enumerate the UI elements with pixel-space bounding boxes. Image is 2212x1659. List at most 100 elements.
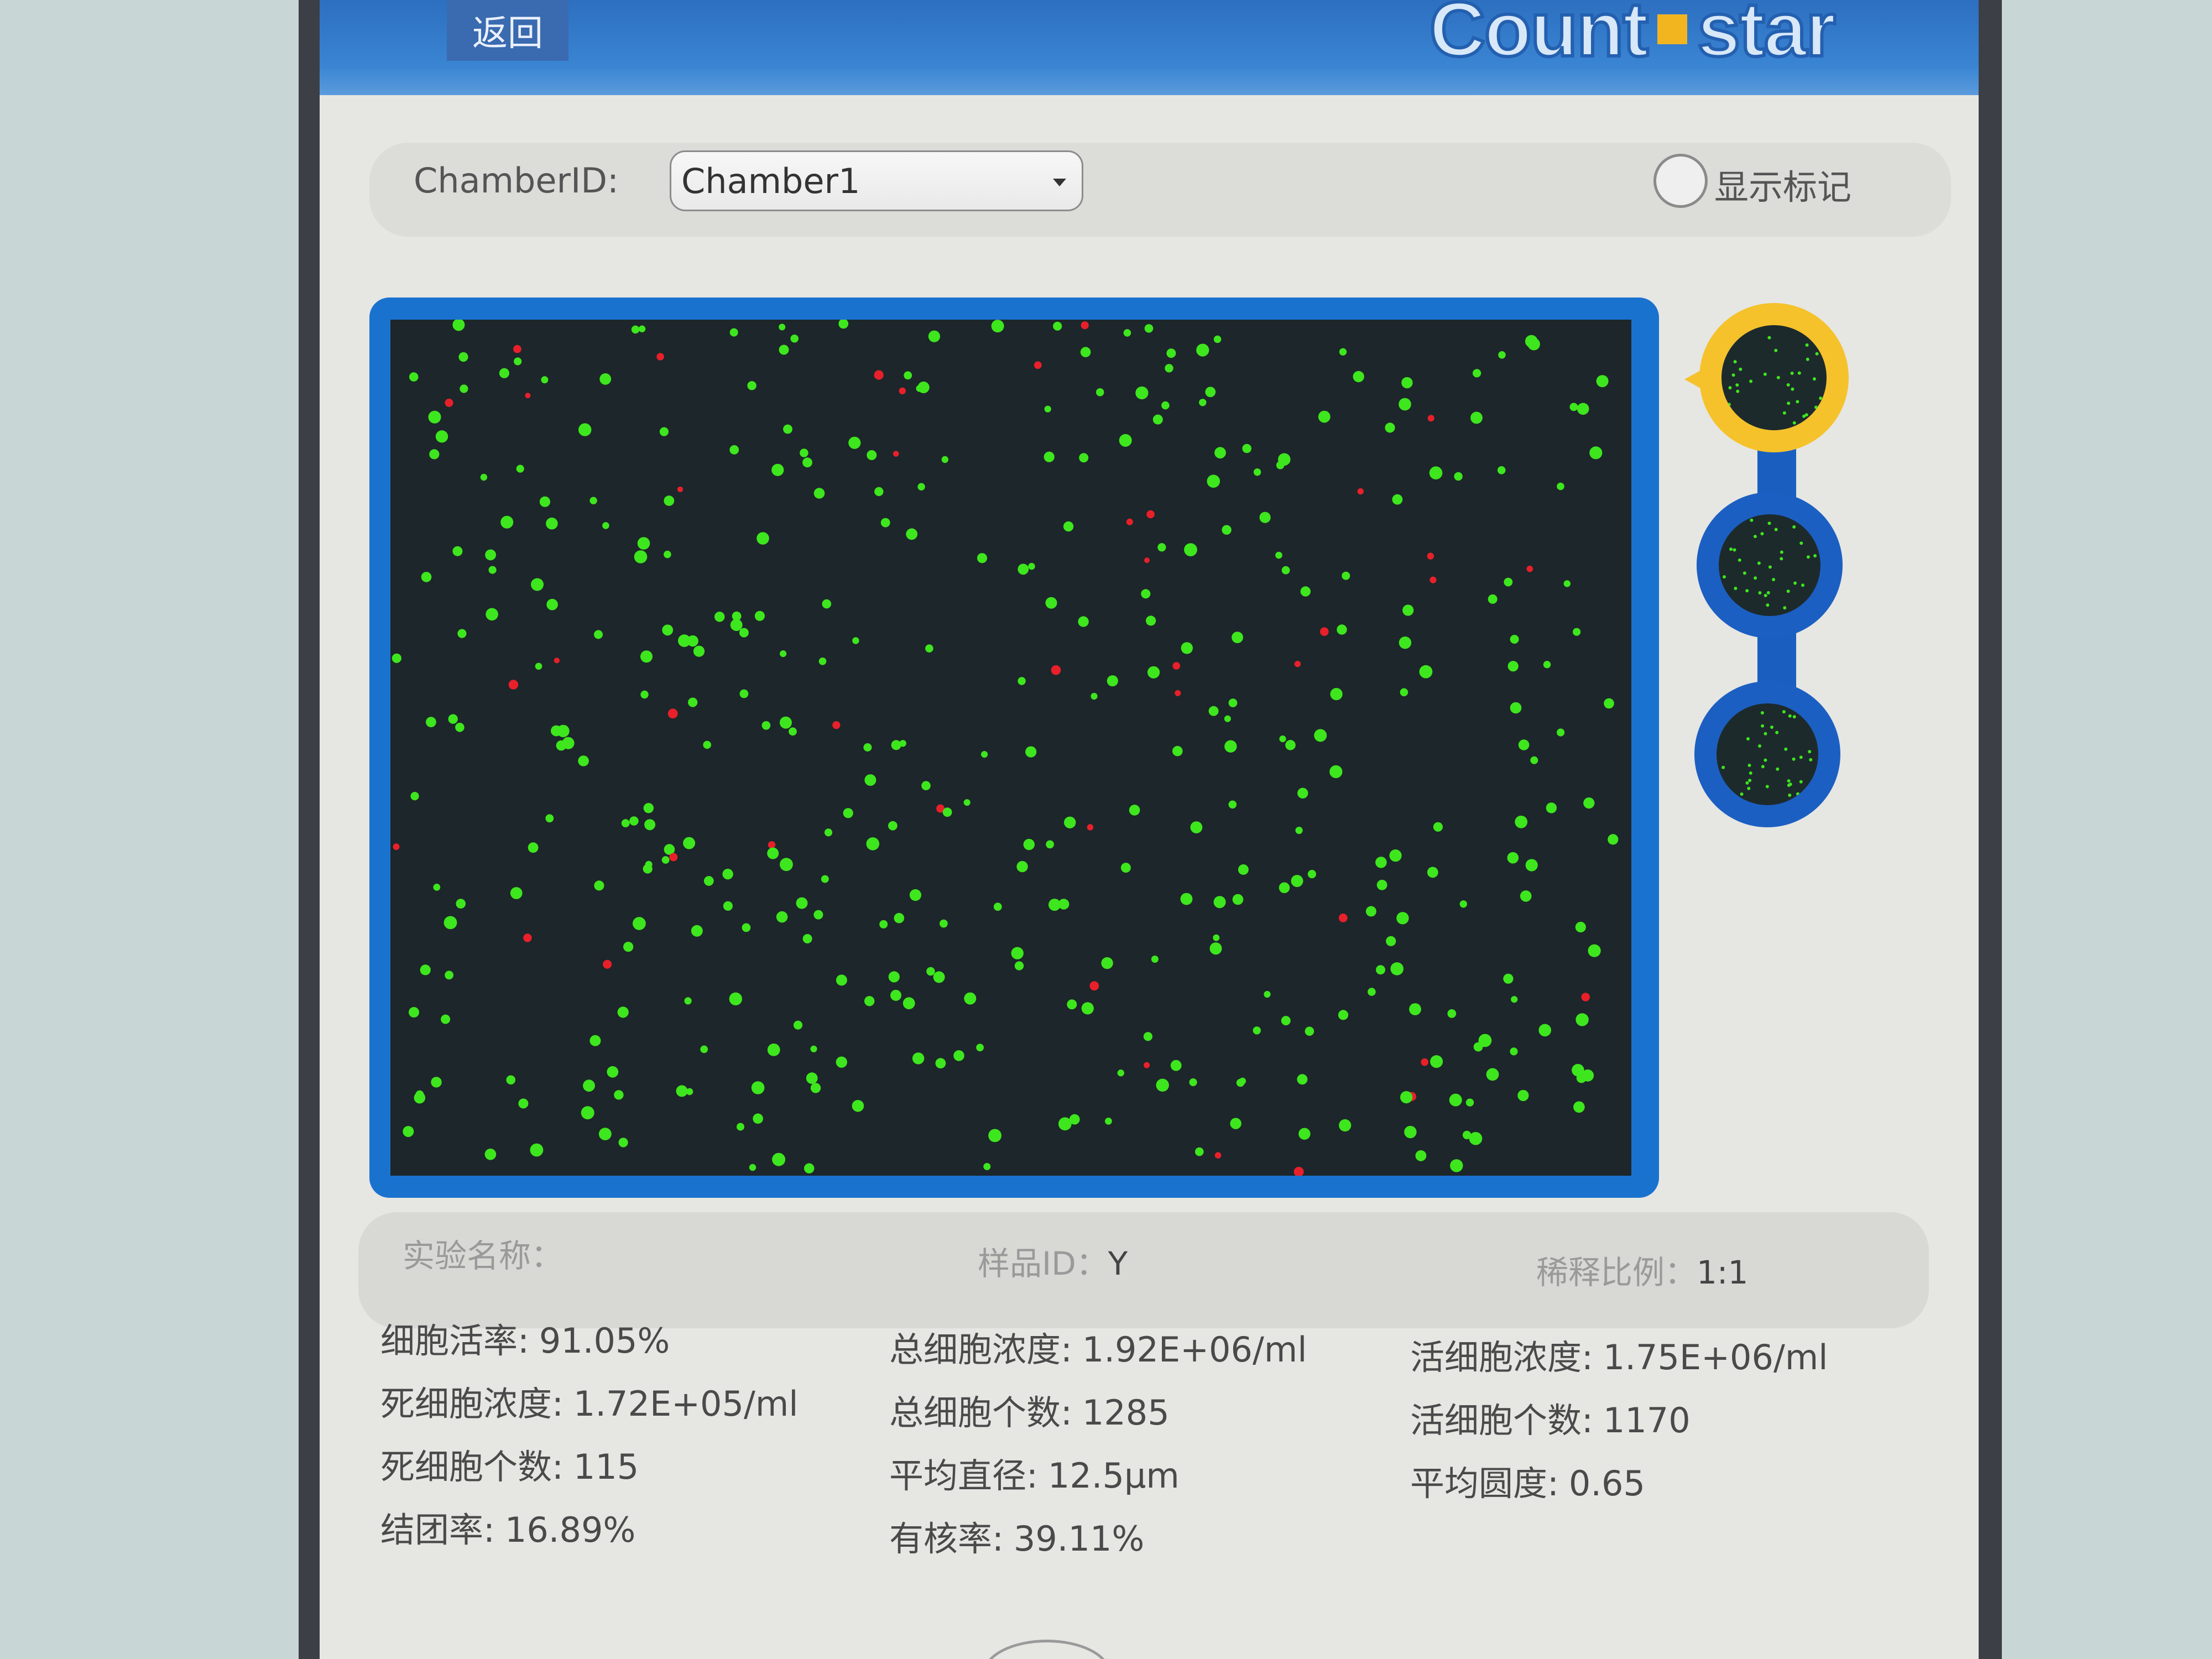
live-cell-dot (1181, 642, 1193, 654)
live-cell-dot (767, 1044, 780, 1056)
back-button[interactable]: 返回 (447, 0, 568, 61)
live-cell-dot (1242, 444, 1251, 453)
dead-cell-dot (603, 959, 612, 969)
show-marks-radio[interactable] (1653, 154, 1708, 208)
dead-cell-dot (667, 708, 678, 719)
live-cell-dot (1543, 661, 1551, 669)
live-cell-dot (902, 997, 915, 1010)
result-live-count: 活细胞个数: 1170 (1410, 1392, 1691, 1442)
dead-cell-dot (1087, 824, 1094, 831)
live-cell-dot (772, 1152, 786, 1166)
live-cell-dot (445, 971, 453, 980)
live-cell-dot (1045, 597, 1057, 609)
live-cell-dot (410, 792, 419, 801)
live-cell-dot (1812, 790, 1815, 794)
live-cell-dot (1368, 988, 1376, 996)
result-label: 细胞活率: (380, 1321, 529, 1361)
live-cell-dot (983, 1163, 991, 1170)
live-cell-dot (1473, 1042, 1483, 1052)
live-cell-dot (1152, 414, 1163, 425)
live-cell-dot (485, 549, 496, 561)
live-cell-dot (1172, 745, 1183, 757)
live-cell-dot (1429, 466, 1443, 479)
live-cell-dot (1818, 409, 1822, 413)
live-cell-dot (1470, 411, 1483, 424)
live-cell-dot (1207, 474, 1220, 488)
live-cell-dot (1228, 800, 1237, 809)
result-value: 0.65 (1568, 1463, 1645, 1504)
live-cell-dot (1253, 468, 1261, 476)
result-mean-diameter: 平均直径: 12.5μm (889, 1448, 1180, 1498)
live-cell-dot (802, 934, 812, 943)
live-cell-dot (1760, 711, 1764, 714)
chamber-1-thumbnail[interactable] (1699, 303, 1849, 452)
live-cell-dot (1761, 765, 1765, 769)
live-cell-dot (429, 449, 440, 460)
live-cell-dot (1518, 739, 1530, 750)
chamber-3-thumbnail[interactable] (1694, 681, 1840, 827)
live-cell-dot (1390, 962, 1404, 975)
result-dead-count: 死细胞个数: 115 (380, 1439, 639, 1489)
live-cell-dot (1557, 728, 1565, 737)
live-cell-dot (428, 410, 441, 424)
live-cell-dot (441, 1014, 451, 1024)
live-cell-dot (1028, 562, 1035, 570)
live-cell-dot (751, 1081, 765, 1094)
result-label: 死细胞个数: (380, 1447, 564, 1487)
live-cell-dot (431, 1077, 442, 1088)
live-cell-dot (1156, 1078, 1169, 1092)
live-cell-dot (1120, 863, 1131, 873)
live-cell-dot (1081, 1002, 1094, 1015)
live-cell-dot (1329, 765, 1343, 779)
live-cell-dot (1232, 894, 1244, 905)
result-live-concentration: 活细胞浓度: 1.75E+06/ml (1410, 1329, 1828, 1379)
live-cell-dot (535, 662, 542, 670)
live-cell-dot (1400, 688, 1408, 697)
live-cell-dot (1209, 942, 1222, 955)
chamber-2-thumbnail[interactable] (1697, 492, 1843, 638)
live-cell-dot (1768, 565, 1772, 569)
live-cell-dot (1469, 1132, 1483, 1145)
live-cell-dot (1504, 577, 1513, 587)
result-label: 总细胞个数: (889, 1392, 1072, 1433)
cell-image[interactable] (390, 320, 1631, 1176)
live-cell-dot (629, 816, 639, 826)
live-cell-dot (1814, 405, 1818, 409)
live-cell-dot (1404, 1125, 1417, 1139)
live-cell-dot (1791, 387, 1794, 391)
live-cell-dot (1764, 758, 1767, 762)
dead-cell-dot (1172, 662, 1181, 670)
live-cell-dot (928, 330, 940, 342)
live-cell-dot (1731, 606, 1735, 610)
live-cell-dot (1253, 1026, 1261, 1035)
brand-logo-square (1657, 14, 1688, 44)
live-cell-dot (1788, 782, 1792, 786)
dead-cell-dot (1089, 981, 1099, 991)
live-cell-dot (1385, 422, 1395, 433)
live-cell-dot (1507, 852, 1519, 864)
live-cell-dot (821, 875, 829, 883)
live-cell-dot (1770, 726, 1773, 729)
live-cell-dot (1503, 973, 1514, 984)
bottom-action-button[interactable] (983, 1640, 1110, 1659)
live-cell-dot (981, 751, 988, 758)
live-cell-dot (1780, 550, 1783, 554)
live-cell-dot (1213, 896, 1226, 909)
chamber-select[interactable]: Chamber1 (670, 150, 1083, 211)
live-cell-dot (1809, 758, 1813, 761)
result-value: 1.92E+06/ml (1082, 1329, 1307, 1370)
chamber-1-preview (1721, 325, 1827, 430)
result-value: 1170 (1603, 1400, 1691, 1441)
live-cell-dot (1314, 729, 1327, 742)
live-cell-dot (1764, 593, 1767, 597)
result-label: 结团率: (380, 1510, 495, 1550)
live-cell-dot (578, 423, 592, 436)
live-cell-dot (810, 1045, 817, 1052)
live-cell-dot (602, 522, 609, 529)
live-cell-dot (813, 488, 825, 499)
live-cell-dot (1259, 512, 1271, 523)
result-label: 平均圆度: (1410, 1463, 1559, 1504)
live-cell-dot (771, 463, 784, 476)
live-cell-dot (1419, 665, 1433, 679)
live-cell-dot (1447, 1009, 1457, 1018)
